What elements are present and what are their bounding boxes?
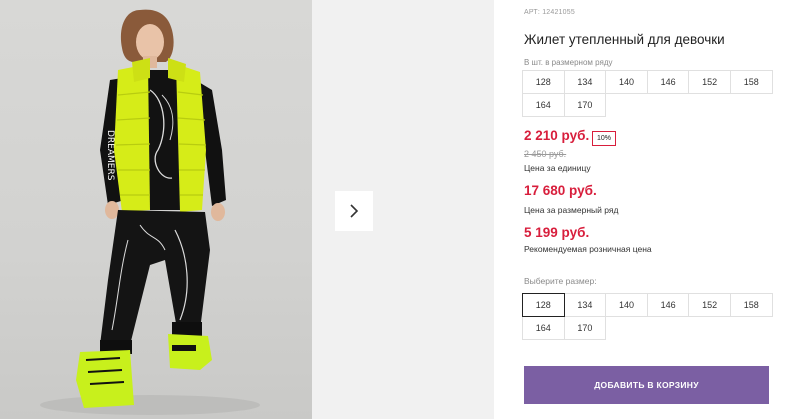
set-size-cell: 152 (688, 70, 731, 94)
child-figure-illustration: DREAMERS (40, 9, 260, 415)
set-price: 17 680 руб. (524, 183, 597, 198)
set-size-grid: 128 134 140 146 152 158 164 170 (522, 70, 773, 117)
size-option[interactable]: 170 (563, 316, 607, 340)
rrp-price: 5 199 руб. (524, 225, 590, 240)
set-size-cell: 128 (522, 70, 565, 94)
size-option[interactable]: 134 (563, 293, 607, 317)
size-selector: 128 134 140 146 152 158 164 170 (522, 293, 773, 340)
product-photo[interactable]: DREAMERS (0, 0, 312, 419)
set-size-cell: 140 (605, 70, 648, 94)
set-size-cell: 170 (563, 93, 607, 117)
set-sizes-label: В шт. в размерном ряду (524, 58, 613, 67)
size-option-selected[interactable]: 128 (522, 293, 565, 317)
set-price-note: Цена за размерный ряд (524, 205, 619, 215)
add-to-cart-button[interactable]: ДОБАВИТЬ В КОРЗИНУ (524, 366, 769, 404)
unit-price-note: Цена за единицу (524, 163, 591, 173)
set-size-cell: 158 (729, 70, 773, 94)
size-option[interactable]: 140 (605, 293, 648, 317)
size-option[interactable]: 152 (688, 293, 731, 317)
size-option[interactable]: 158 (729, 293, 773, 317)
discount-badge: 10% (592, 131, 616, 146)
chevron-right-icon (350, 204, 359, 218)
svg-text:DREAMERS: DREAMERS (105, 130, 115, 181)
set-size-cell: 134 (563, 70, 607, 94)
old-price: 2 450 руб. (524, 149, 567, 159)
choose-size-label: Выберите размер: (524, 276, 597, 286)
size-option[interactable]: 146 (646, 293, 690, 317)
size-option[interactable]: 164 (522, 316, 565, 340)
product-title: Жилет утепленный для девочки (524, 32, 725, 47)
set-size-cell: 164 (522, 93, 565, 117)
article-number: АРТ: 12421055 (524, 9, 575, 16)
set-size-cell: 146 (646, 70, 690, 94)
next-image-button[interactable] (335, 191, 373, 231)
current-price: 2 210 руб. (524, 128, 590, 143)
product-gallery: DREAMERS (0, 0, 494, 419)
rrp-note: Рекомендуемая розничная цена (524, 244, 652, 254)
